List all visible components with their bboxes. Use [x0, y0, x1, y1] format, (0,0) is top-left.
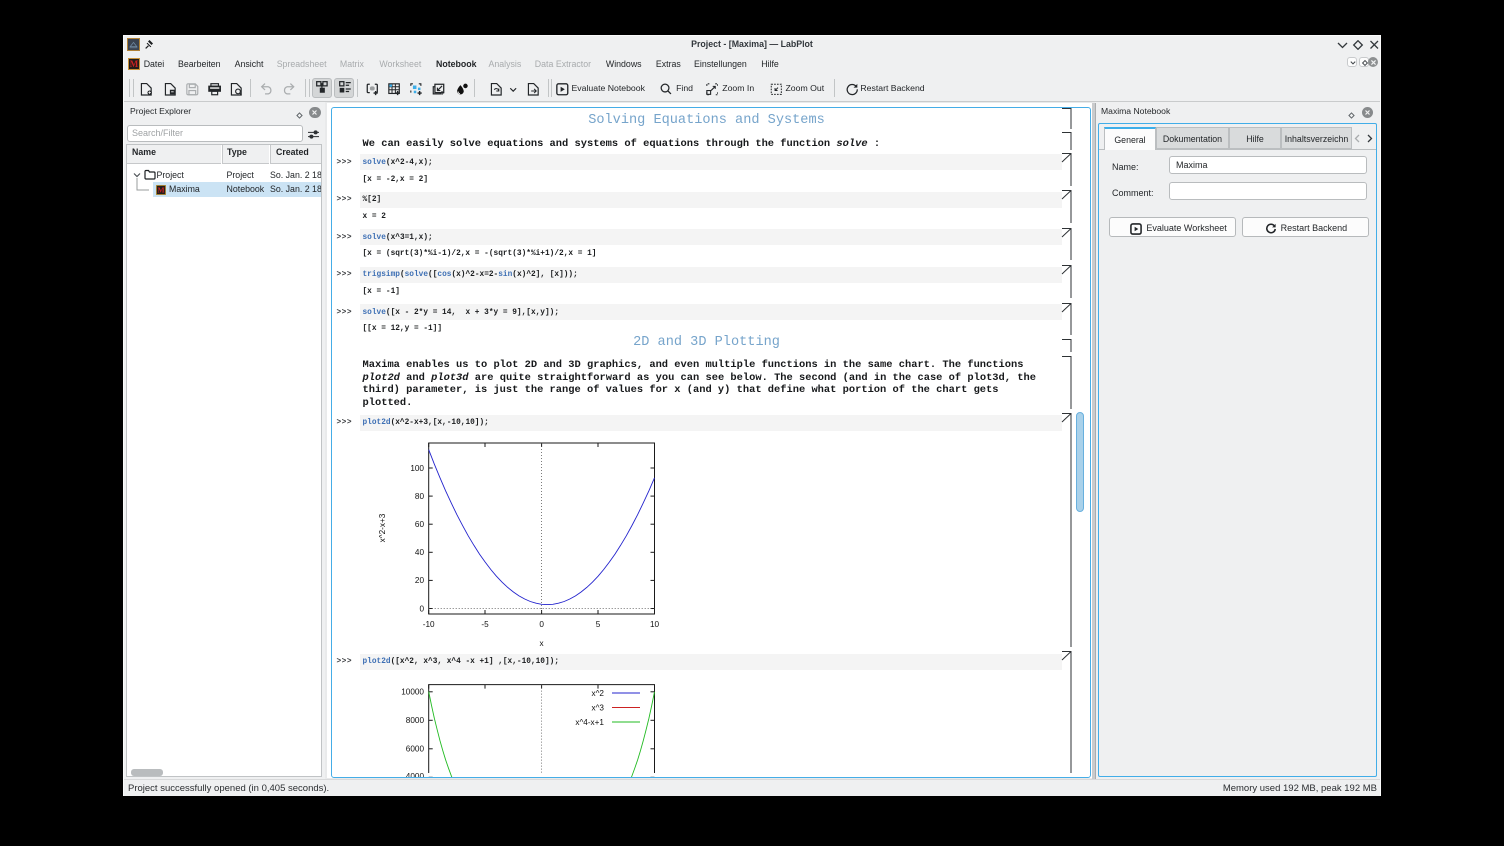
svg-text:M: M [130, 59, 139, 69]
svg-text:-5: -5 [481, 620, 489, 629]
svg-text:6000: 6000 [405, 745, 424, 754]
svg-text:20: 20 [414, 576, 424, 585]
svg-text:x^2-x+3: x^2-x+3 [378, 513, 387, 542]
svg-text:x^4-x+1: x^4-x+1 [575, 718, 604, 727]
svg-text:10: 10 [649, 620, 659, 629]
svg-text:100: 100 [410, 464, 424, 473]
svg-text:40: 40 [414, 548, 424, 557]
svg-text:0: 0 [419, 604, 424, 613]
svg-text:60: 60 [414, 520, 424, 529]
svg-text:8000: 8000 [405, 716, 424, 725]
svg-text:x^2: x^2 [591, 689, 604, 698]
svg-text:10000: 10000 [401, 688, 424, 697]
svg-text:M: M [157, 186, 164, 195]
svg-text:x: x [539, 639, 543, 648]
svg-text:x^3: x^3 [591, 704, 604, 713]
svg-text:4000: 4000 [405, 772, 424, 778]
svg-text:5: 5 [595, 620, 600, 629]
svg-text:80: 80 [414, 492, 424, 501]
svg-text:0: 0 [539, 620, 544, 629]
svg-text:-10: -10 [422, 620, 434, 629]
